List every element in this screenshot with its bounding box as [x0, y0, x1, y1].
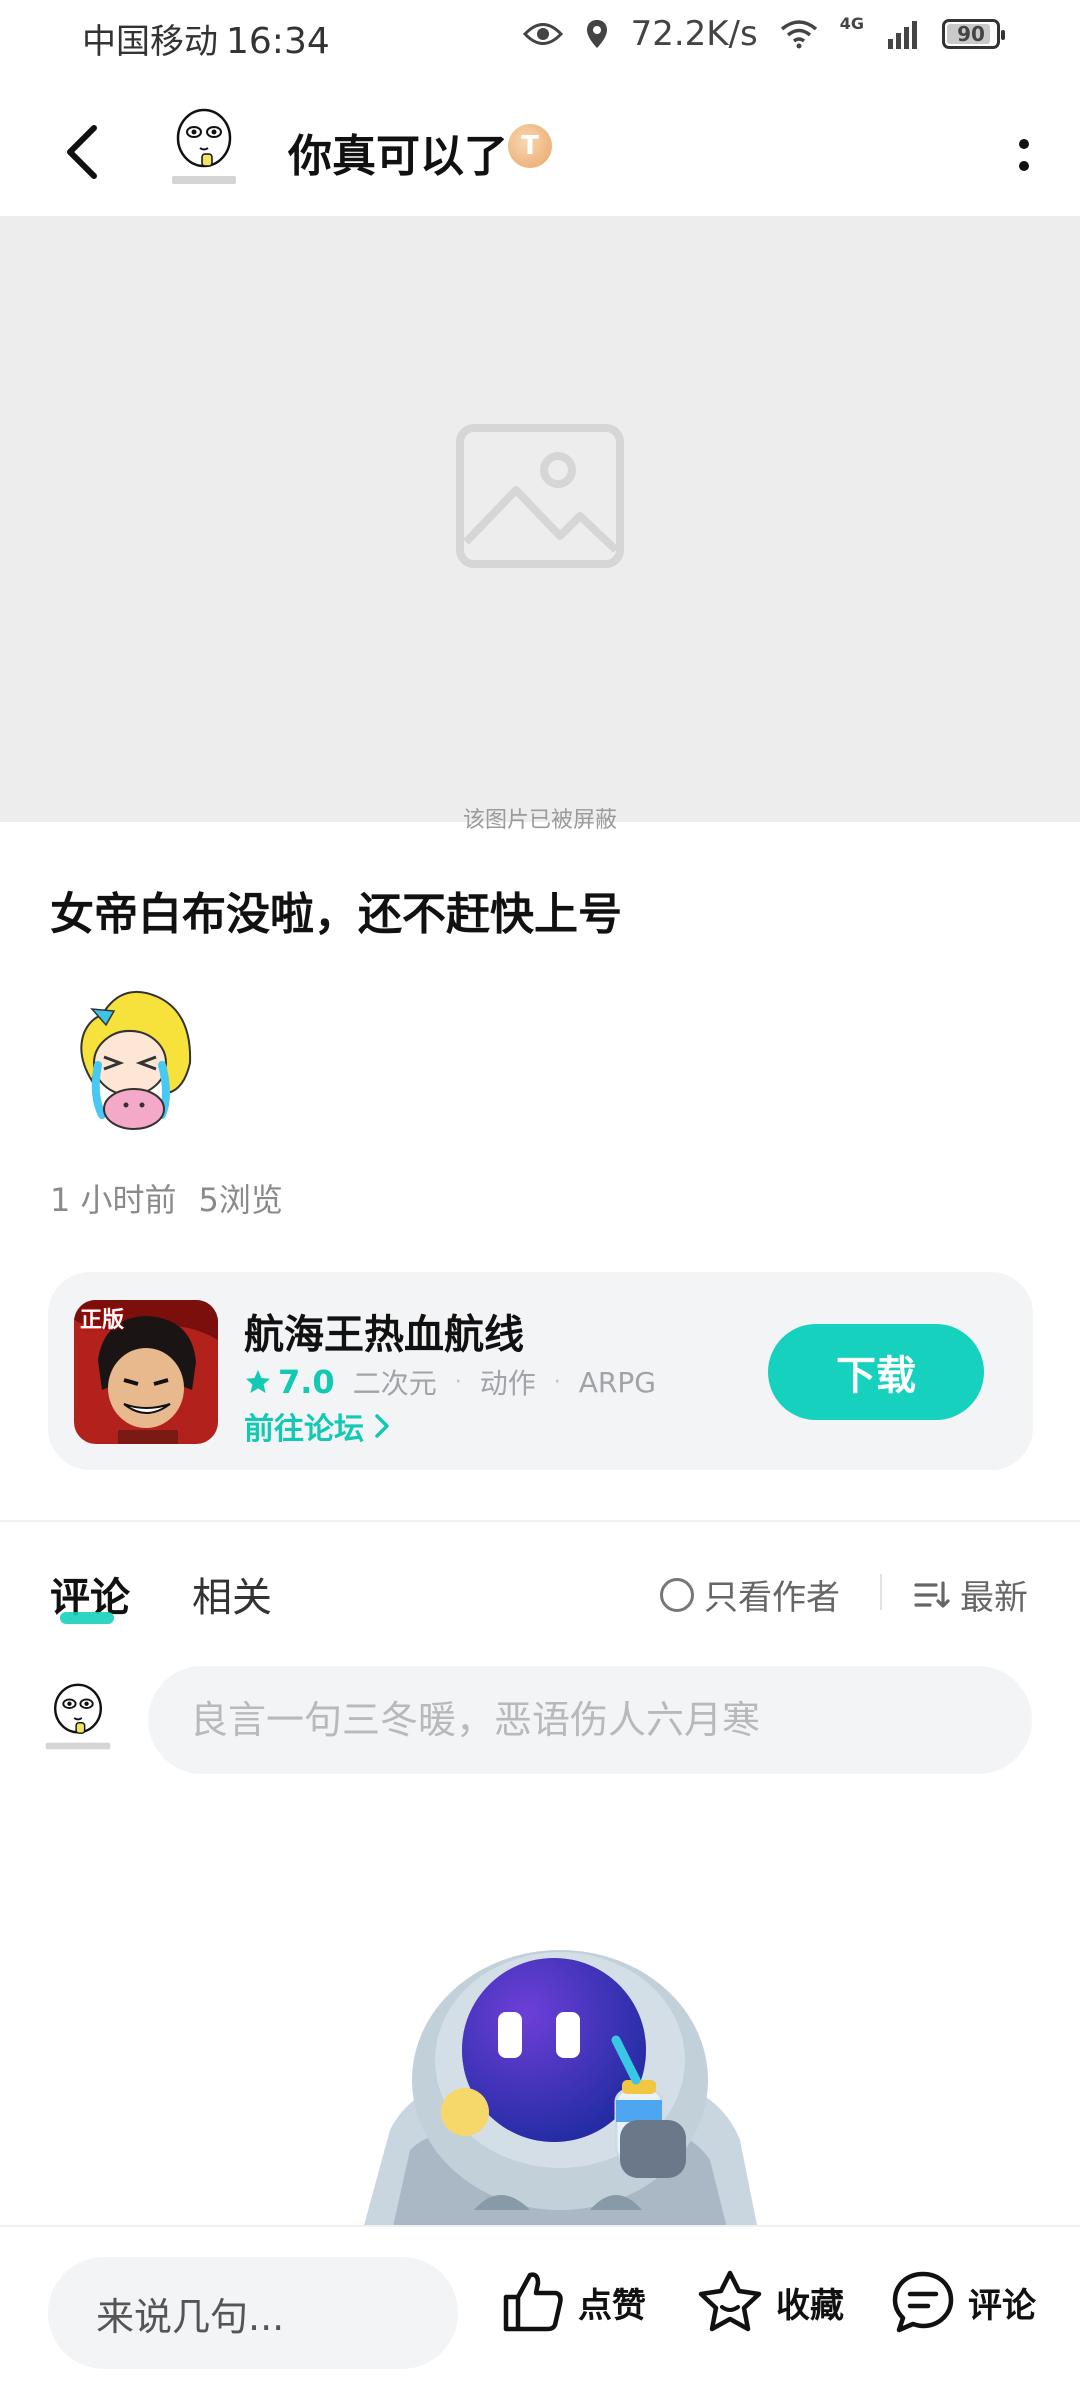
wifi-icon — [780, 20, 817, 49]
filter-separator — [880, 1574, 882, 1610]
author-avatar[interactable] — [164, 104, 244, 192]
crying-girl-sticker-icon — [80, 990, 192, 1130]
game-tag: ARPG — [578, 1365, 656, 1399]
like-button[interactable]: 点赞 — [500, 2269, 646, 2335]
game-name: 航海王热血航线 — [244, 1312, 524, 1358]
more-dot-icon — [1019, 139, 1029, 149]
more-dot-icon — [1019, 161, 1029, 171]
network-type: 4G — [839, 14, 864, 33]
post-header: 你真可以了 T — [0, 96, 1080, 216]
sort-icon — [914, 1580, 950, 1608]
official-badge: 正版 — [80, 1308, 125, 1333]
image-blocked-caption: 该图片已被屏蔽 — [462, 808, 617, 833]
game-card[interactable]: 正版 航海王热血航线 7.0 二次元 · 动作 · ARPG 前往论坛 下载 — [48, 1272, 1033, 1470]
bottom-action-bar: 来说几句... 点赞 收藏 评论 — [0, 2225, 1080, 2400]
robot-mascot-icon — [364, 1950, 757, 2225]
back-button[interactable] — [52, 112, 112, 192]
tag-separator: · — [454, 1369, 462, 1395]
section-divider — [0, 1520, 1080, 1522]
post-image-placeholder[interactable]: 该图片已被屏蔽 — [0, 216, 1080, 833]
avatar-doodle-icon — [45, 1683, 111, 1750]
game-icon[interactable]: 正版 — [74, 1300, 218, 1444]
my-avatar[interactable] — [40, 1680, 116, 1756]
status-bar: 中国移动 16:34 72.2K/s 4G 90 — [0, 0, 1080, 76]
battery-icon: 90 — [942, 19, 1005, 49]
comment-input[interactable] — [148, 1666, 1032, 1774]
post-meta: 1 小时前 5浏览 — [50, 1175, 283, 1221]
comment-button[interactable]: 评论 — [890, 2269, 1036, 2335]
post-views: 5浏览 — [198, 1181, 283, 1219]
sort-button[interactable]: 最新 — [914, 1570, 1028, 1619]
location-icon — [586, 20, 607, 48]
sort-label: 最新 — [960, 1578, 1028, 1618]
eye-icon — [522, 23, 563, 45]
battery-percent: 90 — [957, 22, 985, 46]
comment-label: 评论 — [968, 2285, 1036, 2326]
chevron-left-icon — [67, 125, 97, 179]
radio-unchecked-icon — [660, 1577, 694, 1612]
download-button[interactable]: 下载 — [768, 1324, 984, 1420]
like-label: 点赞 — [578, 2285, 646, 2326]
star-icon — [246, 1370, 270, 1393]
clock: 16:34 — [226, 21, 330, 62]
go-to-forum-link[interactable]: 前往论坛 — [244, 1404, 390, 1448]
chevron-right-icon — [375, 1414, 389, 1438]
author-name[interactable]: 你真可以了 — [288, 120, 508, 184]
game-rating: 7.0 — [244, 1363, 335, 1401]
post-title: 女帝白布没啦，还不赶快上号 — [50, 889, 622, 940]
level-badge: T — [508, 124, 552, 168]
signal-icon — [888, 21, 917, 49]
tag-separator: · — [553, 1369, 561, 1395]
only-author-toggle[interactable]: 只看作者 — [660, 1570, 840, 1619]
more-options-button[interactable] — [994, 120, 1054, 190]
avatar-doodle-icon — [172, 108, 236, 184]
status-right: 72.2K/s 4G 90 — [522, 14, 1005, 54]
sticker-emoji — [72, 985, 202, 1135]
star-outline-icon — [698, 2270, 762, 2332]
game-tags: 7.0 二次元 · 动作 · ARPG — [244, 1362, 656, 1402]
quick-comment-placeholder: 来说几句... — [96, 2294, 285, 2339]
empty-comments-illustration — [350, 1940, 770, 2225]
active-tab-indicator — [60, 1612, 114, 1624]
rating-value: 7.0 — [278, 1363, 335, 1401]
forum-link-label: 前往论坛 — [244, 1412, 364, 1447]
quick-comment-input[interactable]: 来说几句... — [48, 2257, 458, 2369]
net-speed: 72.2K/s — [630, 14, 758, 54]
favorite-label: 收藏 — [776, 2285, 844, 2326]
image-blocked-icon — [456, 424, 624, 568]
only-author-label: 只看作者 — [704, 1578, 840, 1618]
carrier-label: 中国移动 — [82, 22, 218, 62]
badge-letter: T — [521, 131, 539, 161]
game-tag: 二次元 — [352, 1367, 437, 1400]
game-tag: 动作 — [479, 1367, 536, 1400]
speech-bubble-icon — [892, 2271, 954, 2333]
status-left: 中国移动 16:34 — [82, 14, 330, 63]
tab-related[interactable]: 相关 — [192, 1565, 272, 1623]
favorite-button[interactable]: 收藏 — [696, 2269, 844, 2335]
thumbs-up-icon — [503, 2272, 563, 2332]
post-time: 1 小时前 — [50, 1181, 177, 1219]
